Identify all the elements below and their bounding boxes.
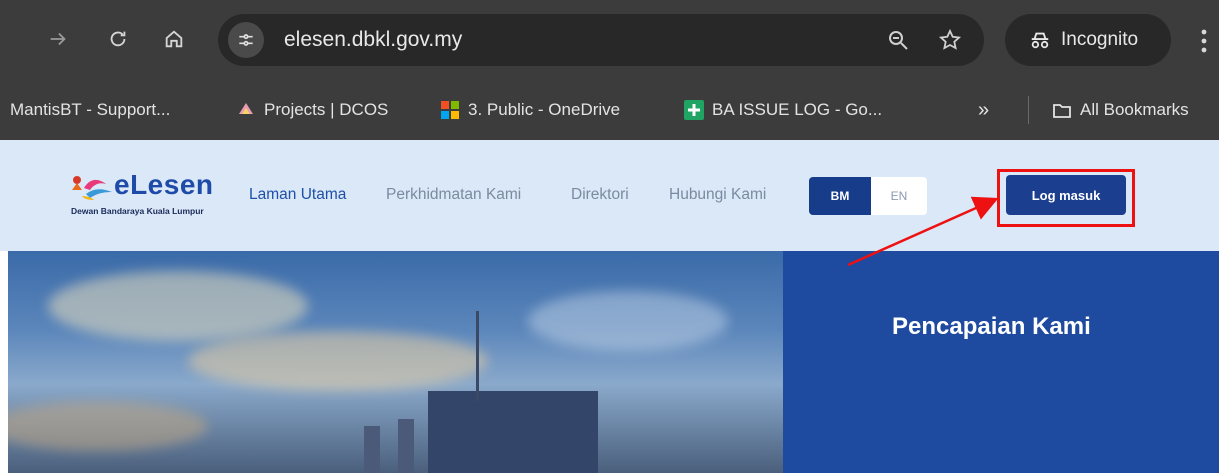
bookmark-separator xyxy=(1028,96,1029,124)
achievements-panel xyxy=(783,251,1219,473)
page-content: eLesen Dewan Bandaraya Kuala Lumpur Lama… xyxy=(0,140,1219,473)
bookmark-label: MantisBT - Support... xyxy=(10,100,171,119)
elesen-logo[interactable]: eLesen Dewan Bandaraya Kuala Lumpur xyxy=(68,169,228,220)
tune-icon xyxy=(239,34,253,46)
bookmark-item[interactable]: Projects | DCOS xyxy=(236,98,388,122)
login-button[interactable]: Log masuk xyxy=(1006,175,1126,215)
nav-perkhidmatan-kami[interactable]: Perkhidmatan Kami xyxy=(386,186,521,204)
bookmark-star-button[interactable] xyxy=(938,28,962,52)
cloud xyxy=(8,401,208,451)
cloud xyxy=(48,271,308,341)
cloud xyxy=(188,331,488,391)
site-info-button[interactable] xyxy=(228,22,264,58)
lang-en-button[interactable]: EN xyxy=(871,177,927,215)
building-spire xyxy=(476,311,479,401)
home-icon xyxy=(165,30,183,48)
url-text[interactable]: elesen.dbkl.gov.my xyxy=(284,28,462,52)
nav-hubungi-kami[interactable]: Hubungi Kami xyxy=(669,186,766,204)
logo-mark-icon xyxy=(72,176,112,200)
address-bar[interactable]: elesen.dbkl.gov.my xyxy=(218,14,984,66)
home-button[interactable] xyxy=(160,25,188,53)
incognito-indicator[interactable]: Incognito xyxy=(1005,14,1171,66)
bookmark-item[interactable]: BA ISSUE LOG - Go... xyxy=(684,98,882,122)
back-button[interactable] xyxy=(44,25,72,53)
overflow-label: » xyxy=(978,98,990,121)
logo-text: eLesen xyxy=(114,169,214,200)
reload-button[interactable] xyxy=(104,25,132,53)
language-toggle: BM EN xyxy=(809,177,927,215)
arrow-right-icon xyxy=(50,32,66,46)
sheets-plus-icon xyxy=(684,100,704,120)
cloud xyxy=(528,291,728,351)
site-header: eLesen Dewan Bandaraya Kuala Lumpur Lama… xyxy=(0,140,1219,251)
more-vert-icon xyxy=(1201,29,1207,53)
hero-image xyxy=(8,251,783,473)
tower-right xyxy=(398,419,414,473)
bookmark-label: BA ISSUE LOG - Go... xyxy=(712,100,883,119)
browser-toolbar: elesen.dbkl.gov.my Incognito xyxy=(0,0,1219,80)
bookmark-item[interactable]: 3. Public - OneDrive xyxy=(440,98,620,122)
lang-bm-button[interactable]: BM xyxy=(809,177,871,215)
logo-subtitle: Dewan Bandaraya Kuala Lumpur xyxy=(71,206,204,216)
bookmarks-bar: MantisBT - Support... Projects | DCOS 3.… xyxy=(0,80,1219,140)
zoom-button[interactable] xyxy=(886,28,910,52)
incognito-icon xyxy=(1031,32,1049,49)
zoom-icon xyxy=(889,31,908,50)
nav-direktori[interactable]: Direktori xyxy=(571,186,629,204)
star-icon xyxy=(938,28,962,50)
bookmark-item[interactable]: MantisBT - Support... xyxy=(10,98,170,122)
folder-icon xyxy=(1053,104,1071,118)
bookmark-label: Projects | DCOS xyxy=(264,100,389,119)
reload-icon xyxy=(110,31,126,47)
bookmark-label: 3. Public - OneDrive xyxy=(468,100,621,119)
all-bookmarks-button[interactable]: All Bookmarks xyxy=(1052,98,1189,122)
projects-icon xyxy=(239,103,253,114)
incognito-label: Incognito xyxy=(1061,29,1139,50)
nav-laman-utama[interactable]: Laman Utama xyxy=(249,186,346,204)
all-bookmarks-label: All Bookmarks xyxy=(1080,100,1189,119)
tower-left xyxy=(364,426,380,473)
section-title: Pencapaian Kami xyxy=(892,313,1091,340)
browser-menu-button[interactable] xyxy=(1200,28,1208,54)
bookmarks-overflow-button[interactable]: » xyxy=(978,98,989,122)
microsoft-icon xyxy=(441,101,459,119)
building xyxy=(428,391,598,473)
